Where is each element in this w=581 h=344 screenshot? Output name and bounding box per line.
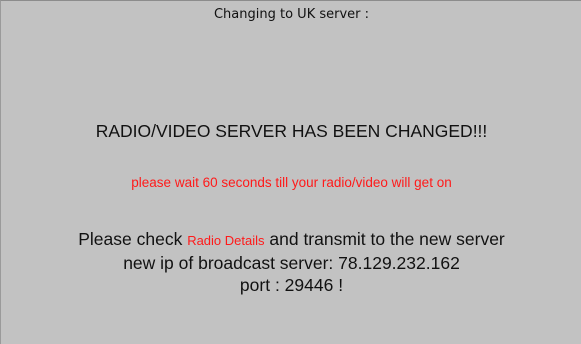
server-changed-headline: RADIO/VIDEO SERVER HAS BEEN CHANGED!!! bbox=[95, 121, 488, 141]
instructions-block: Please check Radio Details and transmit … bbox=[1, 228, 581, 296]
server-ip-line: new ip of broadcast server: 78.129.232.1… bbox=[123, 253, 460, 273]
server-port-line: port : 29446 ! bbox=[239, 275, 344, 295]
check-suffix: and transmit to the new server bbox=[264, 229, 505, 249]
check-line: Please check Radio Details and transmit … bbox=[1, 228, 581, 252]
wait-message: please wait 60 seconds till your radio/v… bbox=[131, 175, 452, 190]
server-change-panel: Changing to UK server : RADIO/VIDEO SERV… bbox=[0, 0, 581, 344]
panel-title: Changing to UK server : bbox=[213, 7, 370, 22]
check-prefix: Please check bbox=[78, 229, 188, 249]
radio-details-link[interactable]: Radio Details bbox=[187, 233, 264, 248]
